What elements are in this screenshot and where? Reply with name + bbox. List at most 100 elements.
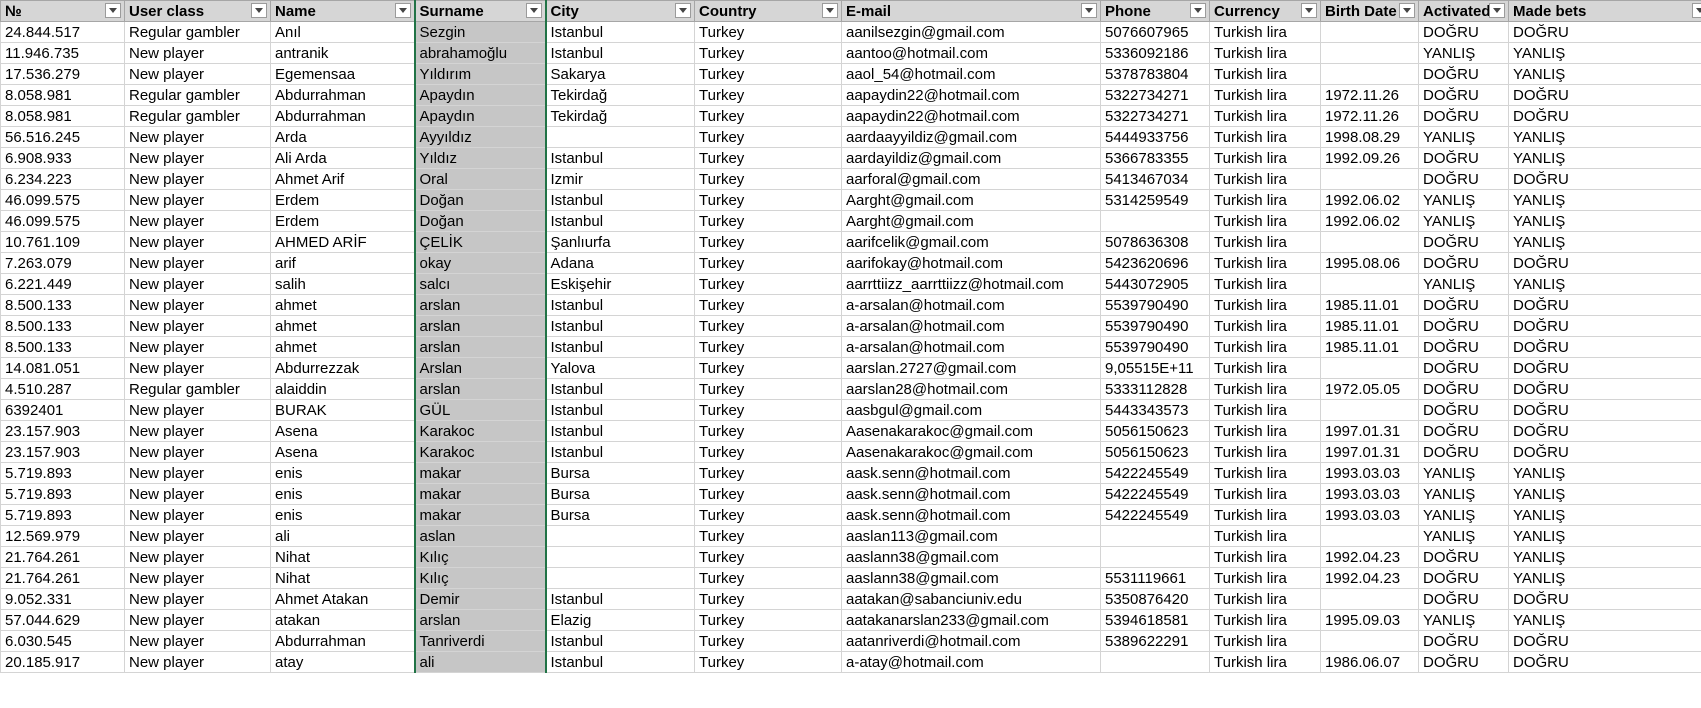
cell-user-class[interactable]: New player <box>124 609 271 631</box>
cell-surname[interactable]: Oral <box>413 168 547 190</box>
cell-activated[interactable]: DOĞRU <box>1418 315 1509 337</box>
cell-name[interactable]: ahmet <box>270 294 415 316</box>
cell-email[interactable]: aask.senn@hotmail.com <box>841 462 1101 484</box>
cell-made-bets[interactable]: YANLIŞ <box>1508 525 1701 547</box>
cell-country[interactable]: Turkey <box>694 252 842 274</box>
dropdown-filter-icon[interactable] <box>1489 3 1505 18</box>
cell-made-bets[interactable]: DOĞRU <box>1508 441 1701 463</box>
cell-phone[interactable]: 5322734271 <box>1100 105 1210 127</box>
cell-made-bets[interactable]: YANLIŞ <box>1508 483 1701 505</box>
cell-country[interactable]: Turkey <box>694 378 842 400</box>
cell-name[interactable]: ahmet <box>270 315 415 337</box>
cell-country[interactable]: Turkey <box>694 609 842 631</box>
cell-activated[interactable]: DOĞRU <box>1418 630 1509 652</box>
cell-made-bets[interactable]: DOĞRU <box>1508 105 1701 127</box>
cell-made-bets[interactable]: YANLIŞ <box>1508 42 1701 64</box>
cell-email[interactable]: aaslan113@gmail.com <box>841 525 1101 547</box>
cell-currency[interactable]: Turkish lira <box>1209 567 1321 589</box>
column-header-user-class[interactable]: User class <box>124 0 271 22</box>
dropdown-filter-icon[interactable] <box>675 3 691 18</box>
cell-phone[interactable]: 5078636308 <box>1100 231 1210 253</box>
cell-name[interactable]: Ahmet Atakan <box>270 588 415 610</box>
cell-activated[interactable]: DOĞRU <box>1418 399 1509 421</box>
cell-user-class[interactable]: New player <box>124 630 271 652</box>
cell-city[interactable]: Elazig <box>545 609 695 631</box>
cell-surname[interactable]: ali <box>413 651 547 673</box>
cell-activated[interactable]: YANLIŞ <box>1418 525 1509 547</box>
cell-surname[interactable]: Ayyıldız <box>413 126 547 148</box>
cell-surname[interactable]: Doğan <box>413 210 547 232</box>
cell-city[interactable] <box>545 546 695 568</box>
cell-no[interactable]: 12.569.979 <box>0 525 125 547</box>
cell-user-class[interactable]: New player <box>124 588 271 610</box>
cell-user-class[interactable]: New player <box>124 252 271 274</box>
cell-made-bets[interactable]: DOĞRU <box>1508 21 1701 43</box>
cell-city[interactable]: Istanbul <box>545 189 695 211</box>
cell-surname[interactable]: Apaydın <box>413 105 547 127</box>
cell-birth-date[interactable]: 1998.08.29 <box>1320 126 1419 148</box>
cell-city[interactable]: Bursa <box>545 483 695 505</box>
cell-no[interactable]: 6.908.933 <box>0 147 125 169</box>
dropdown-filter-icon[interactable] <box>251 3 267 18</box>
cell-activated[interactable]: DOĞRU <box>1418 357 1509 379</box>
cell-made-bets[interactable]: DOĞRU <box>1508 336 1701 358</box>
cell-made-bets[interactable]: YANLIŞ <box>1508 546 1701 568</box>
cell-city[interactable] <box>545 126 695 148</box>
cell-user-class[interactable]: New player <box>124 189 271 211</box>
cell-email[interactable]: aapaydin22@hotmail.com <box>841 84 1101 106</box>
cell-no[interactable]: 8.058.981 <box>0 105 125 127</box>
cell-activated[interactable]: YANLIŞ <box>1418 504 1509 526</box>
cell-user-class[interactable]: New player <box>124 336 271 358</box>
cell-currency[interactable]: Turkish lira <box>1209 84 1321 106</box>
cell-surname[interactable]: Apaydın <box>413 84 547 106</box>
cell-country[interactable]: Turkey <box>694 63 842 85</box>
cell-user-class[interactable]: Regular gambler <box>124 105 271 127</box>
cell-birth-date[interactable] <box>1320 168 1419 190</box>
cell-surname[interactable]: Doğan <box>413 189 547 211</box>
cell-phone[interactable]: 5322734271 <box>1100 84 1210 106</box>
cell-currency[interactable]: Turkish lira <box>1209 441 1321 463</box>
cell-city[interactable]: Tekirdağ <box>545 84 695 106</box>
cell-country[interactable]: Turkey <box>694 567 842 589</box>
cell-phone[interactable] <box>1100 651 1210 673</box>
cell-activated[interactable]: YANLIŞ <box>1418 483 1509 505</box>
cell-country[interactable]: Turkey <box>694 504 842 526</box>
cell-birth-date[interactable]: 1993.03.03 <box>1320 504 1419 526</box>
cell-no[interactable]: 23.157.903 <box>0 441 125 463</box>
cell-country[interactable]: Turkey <box>694 168 842 190</box>
cell-no[interactable]: 9.052.331 <box>0 588 125 610</box>
cell-birth-date[interactable] <box>1320 588 1419 610</box>
cell-birth-date[interactable]: 1985.11.01 <box>1320 315 1419 337</box>
cell-email[interactable]: aaslann38@gmail.com <box>841 567 1101 589</box>
cell-surname[interactable]: Kılıç <box>413 567 547 589</box>
cell-surname[interactable]: ÇELİK <box>413 231 547 253</box>
cell-birth-date[interactable]: 1993.03.03 <box>1320 462 1419 484</box>
cell-name[interactable]: enis <box>270 483 415 505</box>
cell-city[interactable]: Izmir <box>545 168 695 190</box>
cell-user-class[interactable]: New player <box>124 483 271 505</box>
cell-country[interactable]: Turkey <box>694 399 842 421</box>
cell-activated[interactable]: DOĞRU <box>1418 588 1509 610</box>
cell-city[interactable]: Istanbul <box>545 210 695 232</box>
cell-country[interactable]: Turkey <box>694 105 842 127</box>
cell-name[interactable]: atakan <box>270 609 415 631</box>
cell-user-class[interactable]: Regular gambler <box>124 21 271 43</box>
cell-currency[interactable]: Turkish lira <box>1209 294 1321 316</box>
cell-no[interactable]: 6.030.545 <box>0 630 125 652</box>
cell-country[interactable]: Turkey <box>694 588 842 610</box>
cell-surname[interactable]: Yıldız <box>413 147 547 169</box>
cell-country[interactable]: Turkey <box>694 21 842 43</box>
cell-name[interactable]: arif <box>270 252 415 274</box>
cell-made-bets[interactable]: YANLIŞ <box>1508 567 1701 589</box>
cell-activated[interactable]: DOĞRU <box>1418 651 1509 673</box>
cell-city[interactable]: Istanbul <box>545 630 695 652</box>
dropdown-filter-icon[interactable] <box>1301 3 1317 18</box>
dropdown-filter-icon[interactable] <box>1399 3 1415 18</box>
cell-no[interactable]: 5.719.893 <box>0 483 125 505</box>
cell-country[interactable]: Turkey <box>694 189 842 211</box>
cell-phone[interactable]: 5539790490 <box>1100 294 1210 316</box>
cell-city[interactable]: Tekirdağ <box>545 105 695 127</box>
cell-no[interactable]: 6.221.449 <box>0 273 125 295</box>
cell-email[interactable]: Aarght@gmail.com <box>841 210 1101 232</box>
cell-made-bets[interactable]: DOĞRU <box>1508 84 1701 106</box>
